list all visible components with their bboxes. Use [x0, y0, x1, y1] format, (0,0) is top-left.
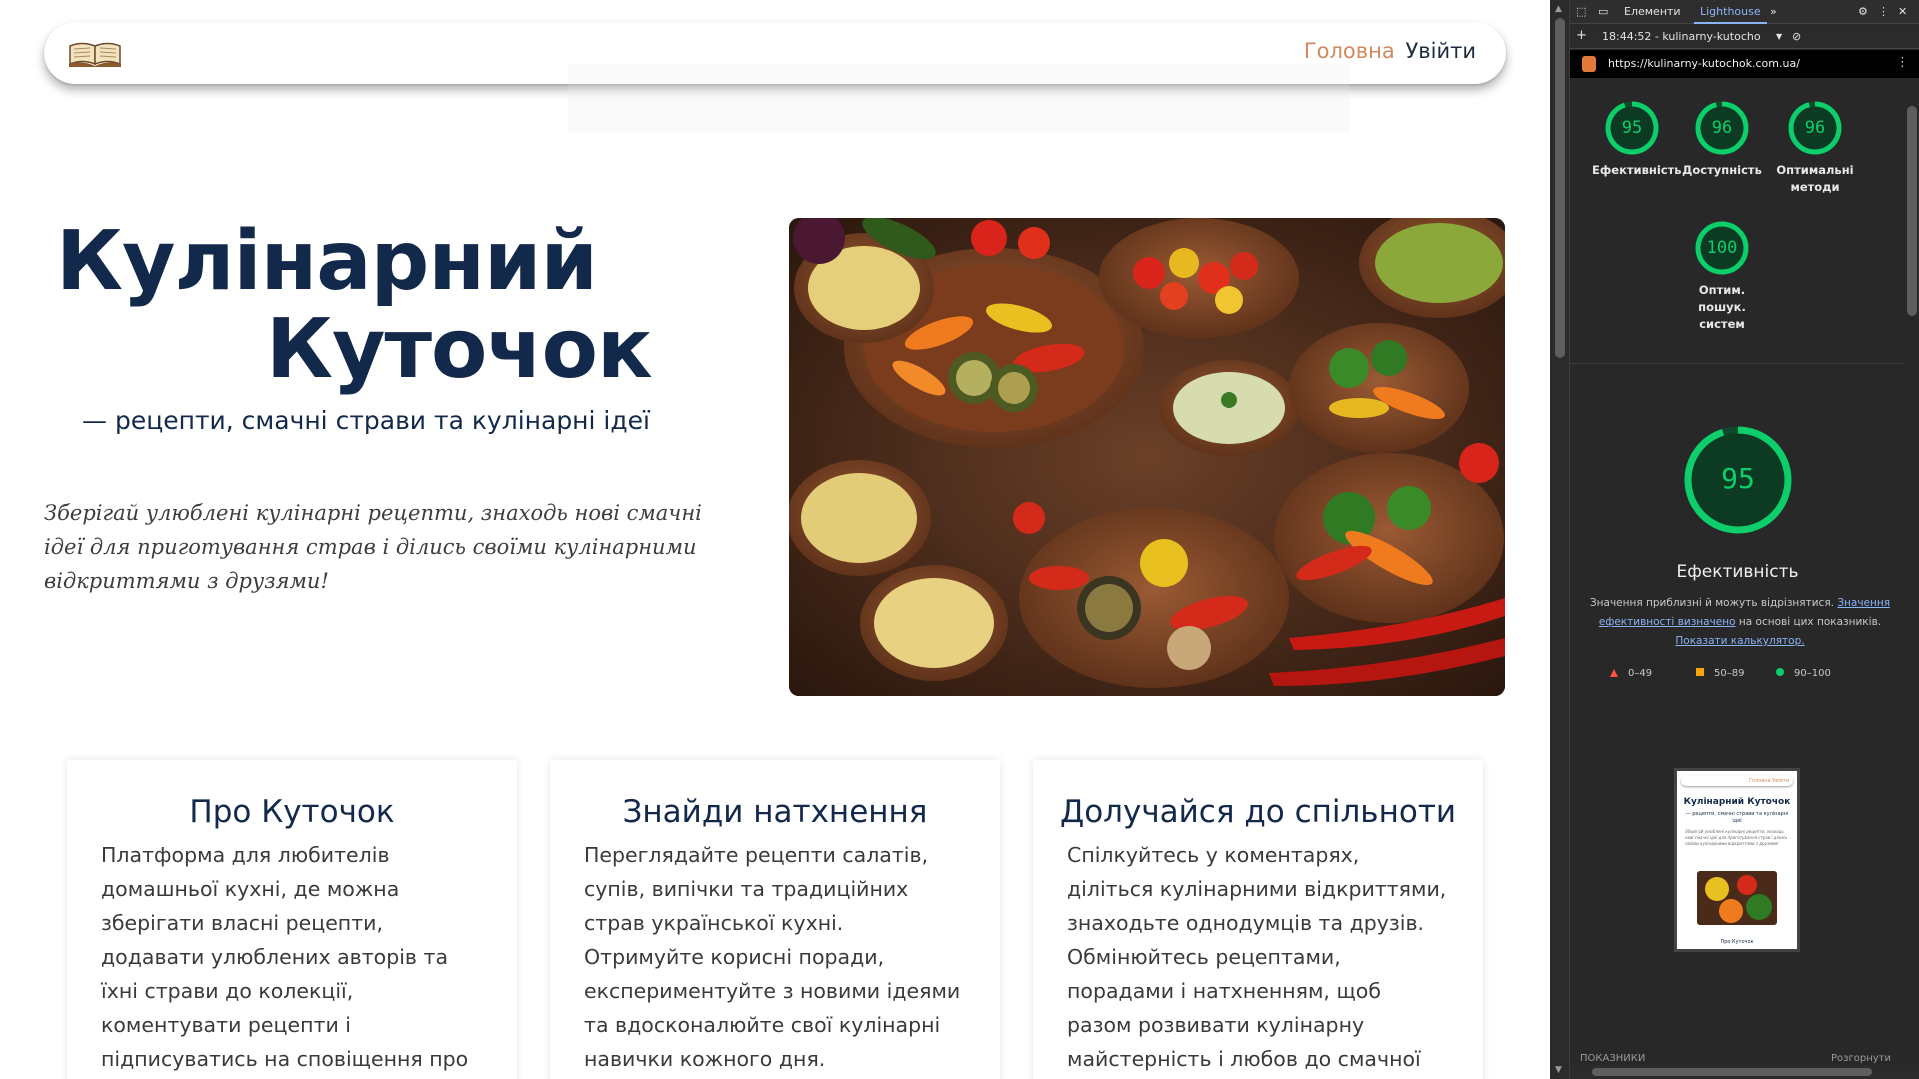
legend-average: 50–89 — [1696, 668, 1744, 679]
thumbnail-food-image — [1697, 871, 1777, 925]
more-tabs-icon[interactable]: » — [1770, 5, 1777, 18]
lighthouse-report: 95 Ефективність 96 Доступність 96 Оптима… — [1570, 78, 1919, 1079]
chevron-down-icon[interactable]: ▼ — [1776, 32, 1782, 41]
nav-link-login[interactable]: Увійти — [1405, 39, 1476, 63]
hero-food-image — [789, 218, 1505, 696]
faint-overlay-bar — [568, 64, 1350, 132]
average-square-icon — [1696, 668, 1704, 676]
metrics-label: ПОКАЗНИКИ — [1580, 1053, 1646, 1064]
expand-view-link[interactable]: Розгорнути — [1831, 1053, 1891, 1064]
main-score-title: Ефективність — [1676, 562, 1799, 582]
thumbnail-subtitle: — рецепти, смачні страви та кулінарні ід… — [1685, 811, 1789, 824]
card-title: Знайди натхнення — [622, 794, 928, 830]
hero-description: Зберігай улюблені кулінарні рецепти, зна… — [44, 501, 702, 593]
clear-report-icon[interactable]: ⊘ — [1792, 30, 1801, 43]
more-options-icon[interactable]: ⋮ — [1896, 55, 1909, 70]
score-label: Оптим. пошук. систем — [1698, 283, 1746, 331]
hero-subtitle: — рецепти, смачні страви та кулінарні ід… — [82, 406, 650, 435]
note-link-calculator[interactable]: Показати калькулятор. — [1675, 635, 1804, 647]
main-score-value: 95 — [1721, 462, 1755, 495]
fail-triangle-icon — [1610, 669, 1618, 677]
scrollbar-thumb[interactable] — [1592, 1068, 1872, 1076]
page-screenshot-thumbnail[interactable]: Головна Увійти Кулінарний Куточок — реце… — [1674, 768, 1800, 952]
inspect-element-icon[interactable]: ⬚ — [1576, 5, 1586, 18]
card-text: Переглядайте рецепти салатів, супів, вип… — [584, 843, 961, 1071]
card-text: Платформа для любителів домашньої кухні,… — [101, 843, 469, 1071]
open-book-icon[interactable] — [68, 38, 122, 68]
thumbnail-title: Кулінарний Куточок — [1683, 797, 1791, 807]
tab-lighthouse[interactable]: Lighthouse — [1694, 5, 1767, 24]
pass-circle-icon — [1776, 668, 1784, 676]
lighthouse-report-bar: + 18:44:52 - kulinarny-kutocho ▼ ⊘ — [1570, 25, 1919, 49]
card-inspiration: Знайди натхнення Переглядайте рецепти са… — [550, 760, 1000, 1079]
card-text: Спілкуйтесь у коментарях, діліться кулін… — [1067, 843, 1447, 1071]
score-gauge-performance[interactable]: 95 Ефективність — [1592, 100, 1682, 179]
score-value: 95 — [1621, 118, 1643, 138]
scrollbar-thumb[interactable] — [1907, 106, 1917, 316]
scroll-up-arrow-icon[interactable]: ▲ — [1555, 4, 1562, 14]
page-scrollbar[interactable]: ▲ ▼ — [1550, 0, 1570, 1079]
card-title: Долучайся до спільноти — [1059, 794, 1457, 830]
report-url-bar: https://kulinarny-kutochok.com.ua/ ⋮ — [1570, 50, 1919, 78]
legend-label: 90–100 — [1794, 668, 1831, 679]
page-viewport: Головна Увійти Кулінарний Куточок — реце… — [0, 0, 1550, 1079]
thumbnail-image — [1697, 871, 1777, 925]
card-about: Про Куточок Платформа для любителів дома… — [67, 760, 517, 1079]
score-label: Доступність — [1682, 163, 1762, 177]
thumbnail-card-title: Про Куточок — [1720, 939, 1754, 945]
new-report-icon[interactable]: + — [1576, 28, 1587, 43]
nav-link-home[interactable]: Головна — [1304, 39, 1395, 63]
score-label: Оптимальні методи — [1776, 163, 1854, 194]
lighthouse-logo-icon — [1582, 56, 1596, 72]
divider — [1570, 363, 1905, 364]
hero-title-line2: Куточок — [266, 302, 653, 397]
report-selector[interactable]: 18:44:52 - kulinarny-kutocho — [1602, 30, 1761, 43]
note-text: Значення приблизні й можуть відрізнятися… — [1589, 597, 1838, 609]
note-text: на основі цих показників. — [1735, 616, 1882, 628]
device-toggle-icon[interactable]: ▭ — [1598, 5, 1608, 18]
score-note: Значення приблизні й можуть відрізнятися… — [1580, 594, 1900, 651]
close-icon[interactable]: ✕ — [1898, 5, 1907, 18]
main-score-gauge: 95 — [1682, 424, 1794, 536]
legend-label: 0–49 — [1628, 668, 1653, 679]
thumbnail-description: Зберігай улюблені кулінарні рецепти, зна… — [1685, 829, 1788, 846]
hero-title-line1: Кулінарний — [56, 214, 598, 309]
legend-label: 50–89 — [1714, 668, 1745, 679]
card-title: Про Куточок — [189, 794, 395, 830]
score-gauge-best-practices[interactable]: 96 Оптимальні методи — [1770, 100, 1860, 196]
settings-gear-icon[interactable]: ⚙ — [1858, 5, 1868, 18]
report-url[interactable]: https://kulinarny-kutochok.com.ua/ — [1608, 57, 1800, 70]
devtools-toolbar: ⬚ ▭ Елементи Lighthouse » ⚙ ⋮ ✕ — [1570, 0, 1919, 24]
report-scrollbar[interactable] — [1905, 86, 1919, 1066]
hero-title: Кулінарний Куточок — [56, 214, 653, 397]
score-gauge-accessibility[interactable]: 96 Доступність — [1682, 100, 1762, 179]
score-value: 100 — [1706, 238, 1738, 258]
scroll-down-arrow-icon[interactable]: ▼ — [1555, 1065, 1562, 1075]
legend-pass: 90–100 — [1776, 668, 1831, 679]
scrollbar-thumb[interactable] — [1555, 18, 1565, 358]
more-options-icon[interactable]: ⋮ — [1878, 5, 1889, 18]
thumbnail-navbar: Головна Увійти — [1681, 776, 1793, 786]
score-value: 96 — [1804, 118, 1826, 138]
card-community: Долучайся до спільноти Спілкуйтесь у ком… — [1033, 760, 1483, 1079]
nav-links: Головна Увійти — [1304, 39, 1476, 63]
horizontal-scrollbar[interactable] — [1570, 1065, 1919, 1079]
score-gauge-seo[interactable]: 100 Оптим. пошук. систем — [1687, 220, 1757, 333]
legend-fail: 0–49 — [1610, 668, 1652, 679]
score-value: 96 — [1711, 118, 1733, 138]
score-label: Ефективність — [1592, 163, 1682, 177]
devtools-panel: ▲ ▼ ⬚ ▭ Елементи Lighthouse » ⚙ ⋮ ✕ + 18… — [1550, 0, 1919, 1079]
tab-elements[interactable]: Елементи — [1624, 5, 1681, 18]
food-illustration — [789, 218, 1505, 696]
